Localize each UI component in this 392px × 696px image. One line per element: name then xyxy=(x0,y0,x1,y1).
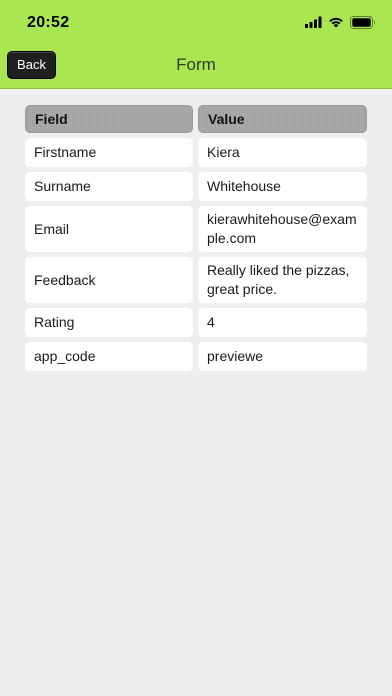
value-cell: Really liked the pizzas, great price. xyxy=(198,257,367,303)
status-time: 20:52 xyxy=(27,14,70,31)
field-cell: Surname xyxy=(25,172,193,201)
field-cell: Rating xyxy=(25,308,193,337)
navigation-bar: 20:52 Back Form xyxy=(0,0,392,89)
field-cell: Firstname xyxy=(25,138,193,167)
table-row: Email kierawhitehouse@example.com xyxy=(25,206,367,252)
status-icons xyxy=(305,15,376,29)
table-row: Firstname Kiera xyxy=(25,138,367,167)
table-header-row: Field Value xyxy=(25,105,367,133)
form-summary-table: Field Value Firstname Kiera Surname Whit… xyxy=(25,105,367,376)
value-cell: Kiera xyxy=(198,138,367,167)
field-cell: Email xyxy=(25,206,193,252)
value-cell: Whitehouse xyxy=(198,172,367,201)
value-cell: previewe xyxy=(198,342,367,371)
value-cell: kierawhitehouse@example.com xyxy=(198,206,367,252)
column-header-value: Value xyxy=(198,105,367,133)
column-header-field: Field xyxy=(25,105,193,133)
field-cell: Feedback xyxy=(25,257,193,303)
wifi-icon xyxy=(329,17,343,28)
cellular-signal-icon xyxy=(305,16,322,28)
battery-icon xyxy=(350,15,375,29)
table-row: Rating 4 xyxy=(25,308,367,337)
table-row: Surname Whitehouse xyxy=(25,172,367,201)
table-row: Feedback Really liked the pizzas, great … xyxy=(25,257,367,303)
page-title: Form xyxy=(176,55,216,74)
field-cell: app_code xyxy=(25,342,193,371)
value-cell: 4 xyxy=(198,308,367,337)
table-row: app_code previewe xyxy=(25,342,367,371)
